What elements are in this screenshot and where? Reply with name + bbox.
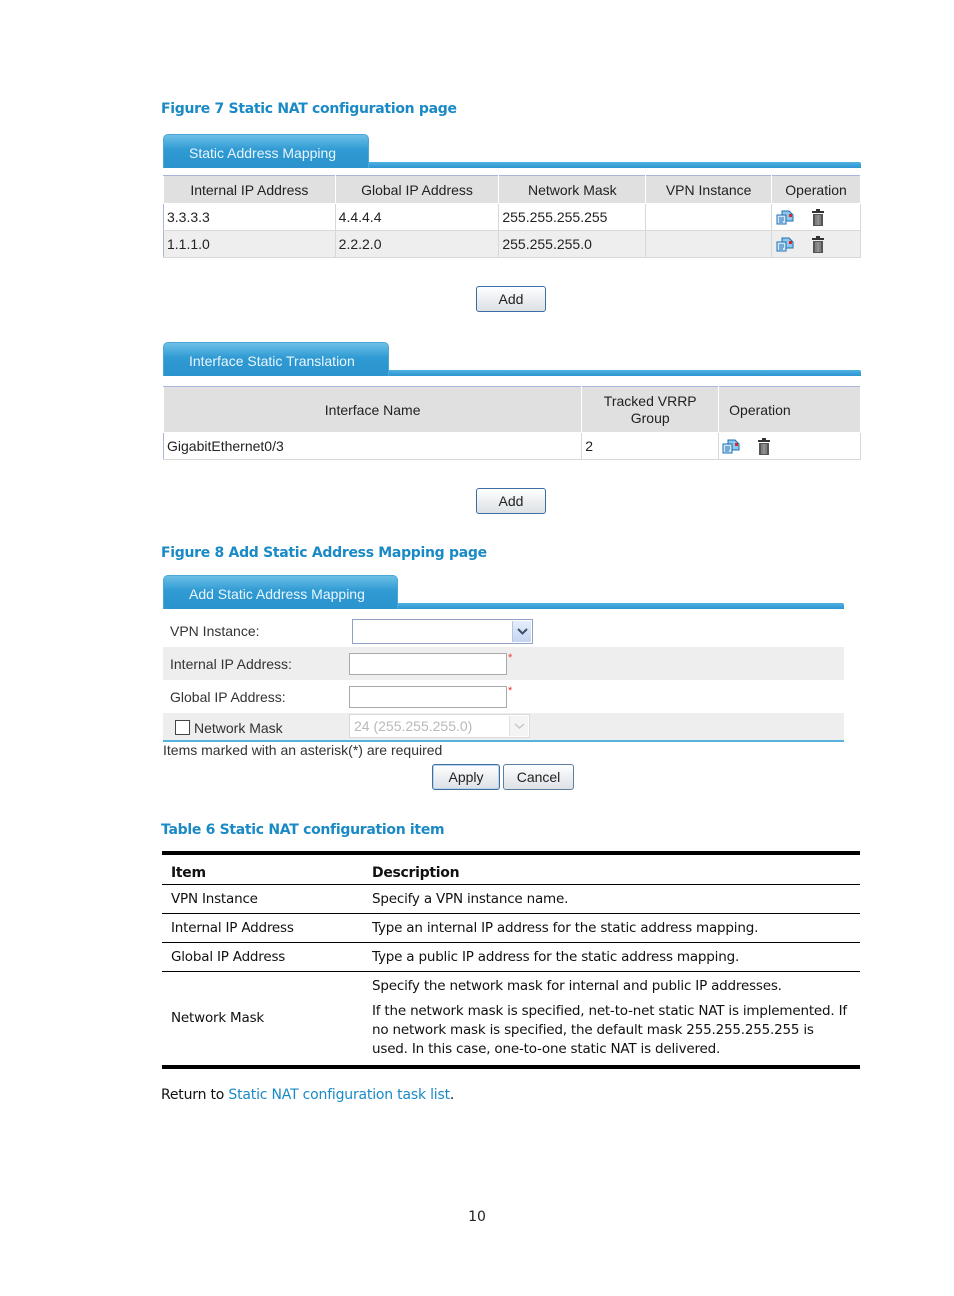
return-line: Return to Static NAT configuration task … — [161, 1087, 454, 1103]
interface-translation-table: Interface Name Tracked VRRP Group Operat… — [162, 386, 861, 460]
global-ip-label: Global IP Address: — [170, 689, 286, 705]
static-mapping-table: Internal IP Address Global IP Address Ne… — [163, 175, 861, 258]
required-asterisk: * — [508, 652, 513, 664]
interface-name-cell: GigabitEthernet0/3 — [163, 432, 583, 460]
network-mask-select[interactable]: 24 (255.255.255.0) — [349, 714, 530, 738]
cancel-button[interactable]: Cancel — [503, 764, 574, 790]
column-header: Operation — [718, 386, 861, 433]
delete-icon[interactable] — [758, 437, 771, 455]
table-header-row: Item Description — [162, 851, 860, 885]
description-paragraph: If the network mask is specified, net-to… — [372, 1003, 847, 1058]
column-header: Internal IP Address — [163, 175, 336, 204]
description-cell: Type a public IP address for the static … — [363, 942, 860, 972]
internal-ip-input[interactable] — [349, 653, 507, 675]
item-cell: Internal IP Address — [162, 913, 363, 943]
network-mask-cell: 255.255.255.0 — [498, 230, 647, 258]
internal-ip-cell: 1.1.1.0 — [163, 230, 336, 258]
tracked-vrrp-group-cell: 2 — [581, 432, 720, 460]
tab-static-address-mapping[interactable]: Static Address Mapping — [163, 134, 369, 168]
edit-icon[interactable] — [776, 236, 794, 252]
table-row: 1.1.1.0 2.2.2.0 255.255.255.0 — [163, 230, 861, 258]
return-prefix: Return to — [161, 1087, 229, 1103]
table-row: 3.3.3.3 4.4.4.4 255.255.255.255 — [163, 203, 861, 231]
required-note: Items marked with an asterisk(*) are req… — [163, 742, 443, 758]
table-6-caption: Table 6 Static NAT configuration item — [161, 822, 445, 838]
operation-cell — [718, 432, 861, 460]
network-mask-row: Network Mask 24 (255.255.255.0) — [163, 713, 844, 740]
chevron-down-icon[interactable] — [512, 621, 531, 642]
description-cell: Specify a VPN instance name. — [363, 884, 860, 914]
figure-7-caption: Figure 7 Static NAT configuration page — [161, 101, 457, 117]
add-static-mapping-tabstrip: Add Static Address Mapping — [163, 575, 844, 611]
column-header: Network Mask — [498, 175, 647, 204]
description-paragraph: Specify the network mask for internal an… — [372, 978, 782, 995]
column-header: Description — [363, 851, 860, 885]
table-row: GigabitEthernet0/3 2 — [163, 432, 861, 460]
description-cell: Specify the network mask for internal an… — [363, 971, 860, 1069]
table-row: VPN Instance Specify a VPN instance name… — [162, 884, 860, 914]
task-list-link[interactable]: Static NAT configuration task list — [228, 1087, 450, 1103]
static-address-mapping-tabstrip: Static Address Mapping — [163, 134, 861, 170]
network-mask-label: Network Mask — [194, 720, 283, 736]
internal-ip-cell: 3.3.3.3 — [163, 203, 336, 231]
return-suffix: . — [449, 1087, 455, 1103]
delete-icon[interactable] — [811, 208, 824, 226]
delete-icon[interactable] — [811, 235, 824, 253]
chevron-down-icon[interactable] — [509, 716, 528, 736]
operation-cell — [771, 203, 861, 231]
required-asterisk: * — [508, 685, 513, 697]
description-cell: Type an internal IP address for the stat… — [363, 913, 860, 943]
add-static-mapping-button[interactable]: Add — [476, 286, 546, 312]
item-cell: Network Mask — [162, 971, 363, 1069]
figure-8-caption: Figure 8 Add Static Address Mapping page — [161, 545, 487, 561]
vpn-instance-cell — [645, 203, 773, 231]
edit-icon[interactable] — [776, 209, 794, 225]
column-header: Operation — [771, 175, 861, 204]
global-ip-cell: 2.2.2.0 — [335, 230, 500, 258]
network-mask-checkbox[interactable] — [175, 720, 190, 735]
page-number: 10 — [468, 1209, 486, 1225]
table-header-row: Interface Name Tracked VRRP Group Operat… — [162, 386, 861, 433]
table-row: Network Mask Specify the network mask fo… — [162, 971, 860, 1069]
column-header: VPN Instance — [645, 175, 773, 204]
global-ip-cell: 4.4.4.4 — [335, 203, 500, 231]
column-header: Global IP Address — [334, 175, 500, 204]
operation-cell — [771, 230, 861, 258]
internal-ip-label: Internal IP Address: — [170, 656, 292, 672]
internal-ip-row: Internal IP Address: * — [163, 647, 844, 680]
vpn-instance-label: VPN Instance: — [170, 623, 260, 639]
config-item-table: Item Description VPN Instance Specify a … — [162, 851, 860, 1069]
tab-add-static-address-mapping[interactable]: Add Static Address Mapping — [163, 575, 398, 609]
add-static-mapping-form: VPN Instance: Internal IP Address: * Glo… — [163, 614, 844, 740]
network-mask-cell: 255.255.255.255 — [498, 203, 647, 231]
table-row: Internal IP Address Type an internal IP … — [162, 913, 860, 943]
add-interface-translation-button[interactable]: Add — [476, 488, 546, 514]
edit-icon[interactable] — [722, 438, 740, 454]
item-cell: VPN Instance — [162, 884, 363, 914]
vpn-instance-row: VPN Instance: — [163, 614, 844, 647]
column-header: Tracked VRRP Group — [581, 386, 720, 433]
item-cell: Global IP Address — [162, 942, 363, 972]
network-mask-value: 24 (255.255.255.0) — [354, 718, 473, 734]
vpn-instance-select[interactable] — [352, 619, 533, 644]
global-ip-row: Global IP Address: * — [163, 680, 844, 713]
column-header: Item — [162, 851, 363, 885]
table-row: Global IP Address Type a public IP addre… — [162, 942, 860, 972]
interface-static-translation-tabstrip: Interface Static Translation — [163, 342, 861, 378]
table-header-row: Internal IP Address Global IP Address Ne… — [163, 175, 861, 204]
tab-interface-static-translation[interactable]: Interface Static Translation — [163, 342, 389, 376]
vpn-instance-cell — [645, 230, 773, 258]
column-header: Interface Name — [162, 386, 583, 433]
global-ip-input[interactable] — [349, 686, 507, 708]
apply-button[interactable]: Apply — [432, 764, 500, 790]
